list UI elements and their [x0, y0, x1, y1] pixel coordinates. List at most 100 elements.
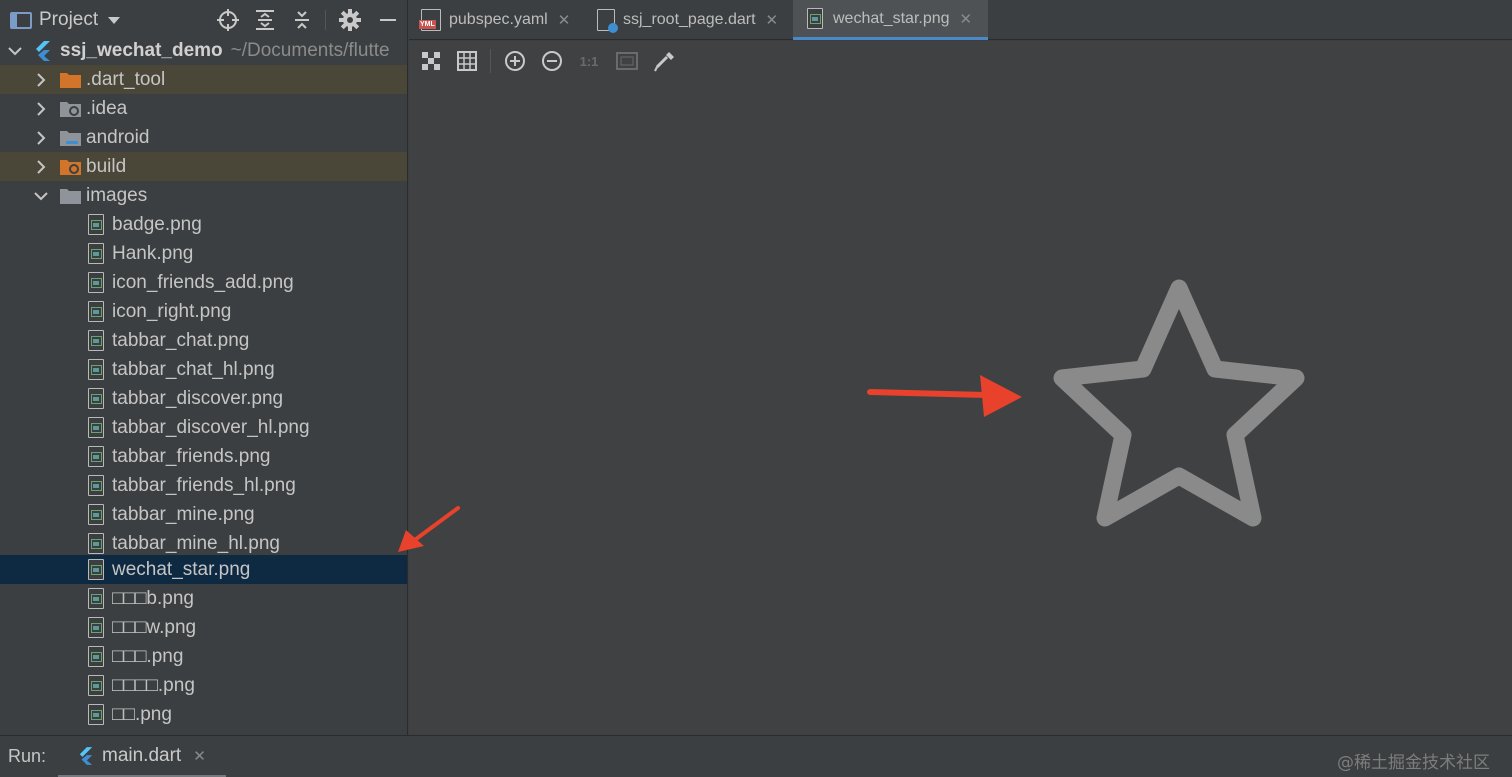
close-icon[interactable]: ✕ [558, 11, 571, 29]
image-file-icon [88, 588, 104, 609]
close-icon[interactable]: ✕ [766, 11, 779, 29]
image-file-icon [88, 704, 104, 725]
project-view-dropdown[interactable]: Project [10, 9, 121, 31]
tree-file-label: Hank.png [112, 242, 194, 264]
run-tab-main[interactable]: main.dart ✕ [58, 736, 226, 777]
root-path: ~/Documents/flutte [230, 39, 390, 61]
project-icon [10, 11, 32, 29]
tab-label: ssj_root_page.dart [623, 11, 756, 28]
zoom-out-icon[interactable] [540, 49, 564, 73]
tree-file-selected[interactable]: wechat_star.png [0, 555, 407, 584]
tree-file[interactable]: □□.png [0, 700, 407, 729]
tree-file[interactable]: tabbar_mine_hl.png [0, 529, 407, 558]
gear-icon[interactable] [338, 8, 362, 32]
tree-file[interactable]: icon_right.png [0, 297, 407, 326]
tree-file[interactable]: icon_friends_add.png [0, 268, 407, 297]
chevron-right-icon[interactable] [34, 101, 48, 116]
run-toolbar: Run: main.dart ✕ @稀土掘金技术社区 [0, 735, 1512, 777]
locate-icon[interactable] [216, 8, 240, 32]
tree-file-label: tabbar_friends_hl.png [112, 474, 296, 496]
tree-file-label: tabbar_mine.png [112, 503, 255, 525]
tree-item-label: .idea [86, 97, 128, 119]
tree-file-label: tabbar_mine_hl.png [112, 532, 280, 554]
zoom-in-icon[interactable] [503, 49, 527, 73]
tree-file[interactable]: tabbar_mine.png [0, 500, 407, 529]
chevron-down-icon[interactable] [8, 44, 22, 58]
fit-zoom-icon[interactable] [615, 49, 639, 73]
project-panel-title: Project [39, 9, 99, 30]
tree-file[interactable]: tabbar_friends.png [0, 442, 407, 471]
color-picker-icon[interactable] [653, 49, 677, 73]
tree-file-label: icon_right.png [112, 300, 232, 322]
yaml-file-icon: YML [419, 9, 441, 31]
chevron-right-icon[interactable] [34, 72, 48, 87]
grid-icon[interactable] [455, 49, 479, 73]
folder-icon [60, 71, 81, 89]
tree-file[interactable]: Hank.png [0, 239, 407, 268]
image-file-icon [88, 646, 104, 667]
tree-file[interactable]: tabbar_chat.png [0, 326, 407, 355]
tree-item-label: images [86, 184, 148, 206]
tree-file-label: □□.png [112, 703, 172, 725]
image-file-icon [88, 272, 104, 293]
image-file-icon [807, 8, 823, 29]
editor-tabs: YML pubspec.yaml ✕ ssj_root_page.dart ✕ … [409, 0, 1512, 40]
tree-file-label: □□□b.png [112, 587, 194, 609]
flutter-icon [78, 746, 94, 766]
tab-wechat-star[interactable]: wechat_star.png ✕ [793, 0, 988, 40]
tree-file[interactable]: tabbar_discover.png [0, 384, 407, 413]
tree-file[interactable]: □□□w.png [0, 613, 407, 642]
tree-file[interactable]: badge.png [0, 210, 407, 239]
minimize-icon[interactable] [376, 8, 400, 32]
settings-folder-icon [60, 100, 81, 118]
folder-icon [60, 187, 81, 205]
tree-item-label: .dart_tool [86, 68, 166, 90]
image-file-icon [88, 214, 104, 235]
image-file-icon [88, 559, 104, 580]
actual-size-icon[interactable]: 1:1 [577, 49, 601, 73]
image-file-icon [88, 617, 104, 638]
excluded-folder-icon [60, 158, 81, 176]
tree-folder-build[interactable]: build [0, 152, 407, 181]
chevron-down-icon[interactable] [34, 189, 48, 203]
close-icon[interactable]: ✕ [193, 747, 206, 765]
collapse-all-icon[interactable] [290, 8, 314, 32]
chevron-right-icon[interactable] [34, 159, 48, 174]
tab-pubspec[interactable]: YML pubspec.yaml ✕ [419, 0, 591, 40]
chessboard-icon[interactable] [419, 49, 443, 73]
chevron-right-icon[interactable] [34, 130, 48, 145]
tree-file[interactable]: tabbar_friends_hl.png [0, 471, 407, 500]
tree-root[interactable]: ssj_wechat_demo ~/Documents/flutte [0, 36, 407, 65]
tree-file-label: □□□.png [112, 645, 184, 667]
tab-label: pubspec.yaml [449, 11, 548, 28]
tab-label: wechat_star.png [833, 9, 950, 27]
image-viewer: 1:1 [409, 41, 1512, 735]
tree-file[interactable]: tabbar_chat_hl.png [0, 355, 407, 384]
tree-folder-images[interactable]: images [0, 181, 407, 210]
tree-file-label: tabbar_friends.png [112, 445, 271, 467]
image-file-icon [88, 446, 104, 467]
close-icon[interactable]: ✕ [960, 10, 973, 28]
tree-file[interactable]: tabbar_discover_hl.png [0, 413, 407, 442]
tree-file[interactable]: □□□b.png [0, 584, 407, 613]
tree-file-label: icon_friends_add.png [112, 271, 294, 293]
toolbar-divider [325, 10, 326, 30]
tree-item-label: build [86, 155, 127, 177]
image-toolbar: 1:1 [409, 41, 1512, 81]
tree-file-label: tabbar_discover_hl.png [112, 416, 310, 438]
tree-folder-android[interactable]: android [0, 123, 407, 152]
tab-ssj-root-page[interactable]: ssj_root_page.dart ✕ [597, 0, 793, 40]
tree-folder-idea[interactable]: .idea [0, 94, 407, 123]
module-folder-icon [60, 129, 81, 147]
flutter-icon [34, 41, 55, 61]
image-file-icon [88, 504, 104, 525]
tree-folder-dart-tool[interactable]: .dart_tool [0, 65, 407, 94]
toolbar-divider [490, 49, 491, 73]
image-file-icon [88, 675, 104, 696]
tree-file[interactable]: □□□□.png [0, 671, 407, 700]
image-file-icon [88, 359, 104, 380]
project-panel-header: Project [0, 0, 407, 40]
tree-root-label: ssj_wechat_demo ~/Documents/flutte [60, 40, 390, 62]
expand-all-icon[interactable] [253, 8, 277, 32]
tree-file[interactable]: □□□.png [0, 642, 407, 671]
